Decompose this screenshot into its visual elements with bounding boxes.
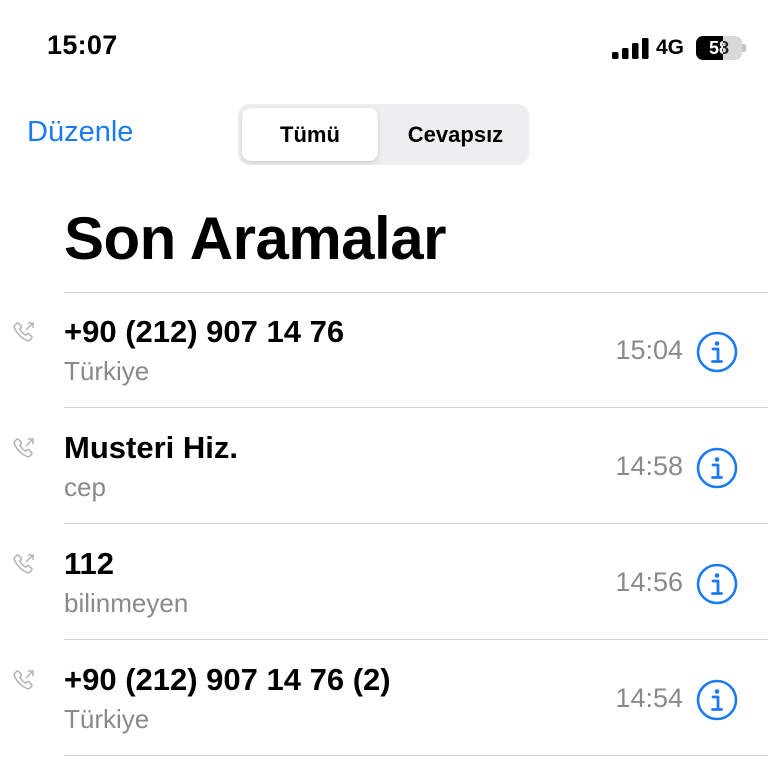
info-icon[interactable] [696,331,738,373]
outgoing-call-icon [13,322,34,342]
caller-detail: Türkiye [64,704,150,734]
call-time: 14:56 [615,567,683,597]
info-icon[interactable] [696,447,738,489]
info-icon[interactable] [696,563,738,605]
caller-detail: Türkiye [64,356,150,386]
page-title: Son Aramalar [64,205,446,272]
status-bar: 15:07 4G 58 [0,0,768,90]
call-row[interactable]: +90 (212) 907 14 76 (2) Türkiye 14:54 [0,640,768,756]
battery-level: 58 [708,38,730,58]
call-time: 14:54 [615,683,683,713]
status-time: 15:07 [47,30,118,60]
divider [64,755,768,756]
call-row[interactable]: Musteri Hiz. cep 14:58 [0,408,768,524]
tab-missed[interactable]: Cevapsız [386,108,525,161]
edit-button[interactable]: Düzenle [27,116,133,149]
tab-all[interactable]: Tümü [242,108,378,161]
caller-detail: bilinmeyen [64,588,189,618]
call-time: 14:58 [615,451,683,481]
caller-name: Musteri Hiz. [64,430,238,465]
call-row[interactable]: 112 bilinmeyen 14:56 [0,524,768,640]
outgoing-call-icon [13,438,34,458]
caller-name: 112 [64,546,115,581]
outgoing-call-icon [13,670,34,690]
cellular-signal-icon [612,38,649,59]
call-time: 15:04 [615,335,683,365]
battery-icon: 58 [696,36,746,60]
call-row[interactable]: +90 (212) 907 14 76 Türkiye 15:04 [0,292,768,408]
network-type: 4G [656,36,685,59]
caller-detail: cep [64,472,106,502]
caller-name: +90 (212) 907 14 76 [64,314,345,349]
info-icon[interactable] [696,679,738,721]
filter-segmented-control: Tümü Cevapsız [238,104,529,165]
outgoing-call-icon [13,554,34,574]
caller-name: +90 (212) 907 14 76 (2) [64,662,391,697]
